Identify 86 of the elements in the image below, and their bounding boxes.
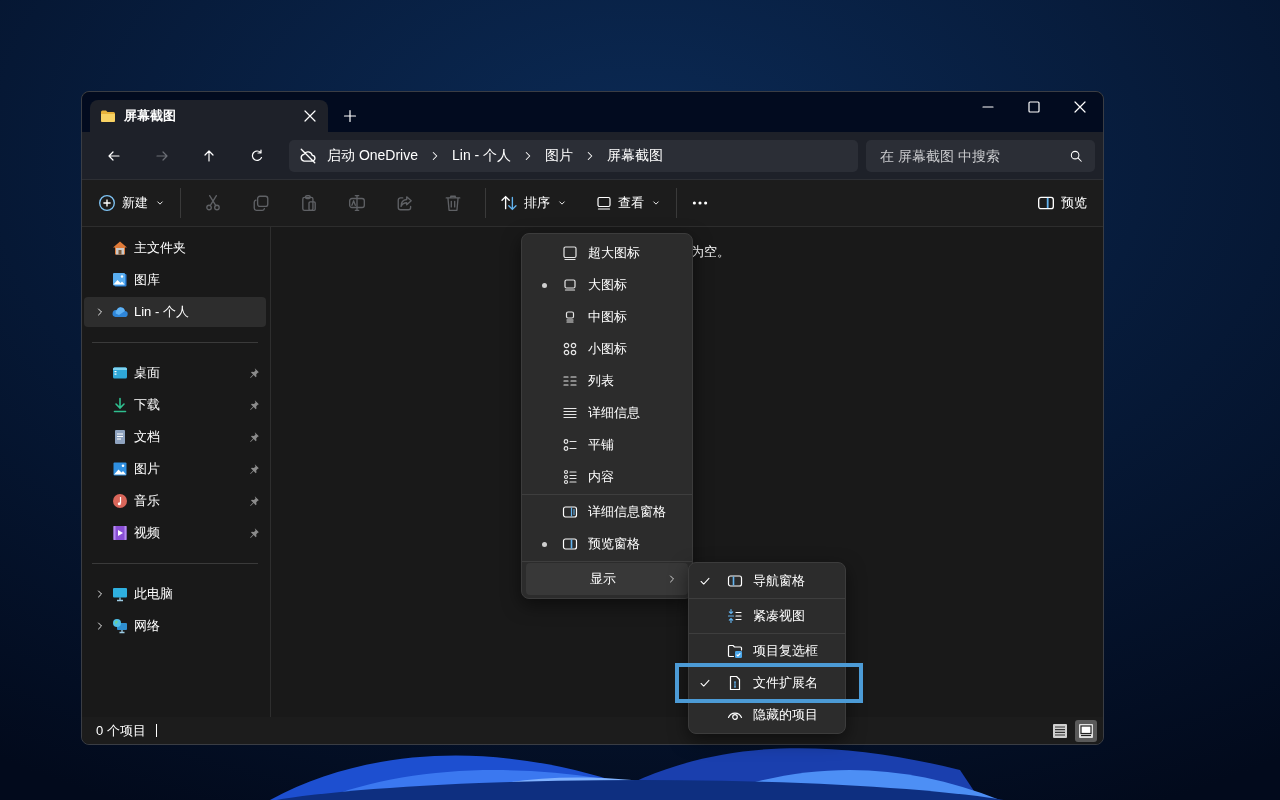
cloud-off-icon [299,146,317,165]
menu-item[interactable]: 导航窗格 [693,565,841,597]
sidebar-label: 图片 [134,460,161,478]
sidebar-label: 桌面 [134,364,161,382]
sidebar-item[interactable]: 视频 [84,518,266,548]
menu-item[interactable]: 详细信息窗格 [526,496,688,528]
compact-view-icon [727,608,743,624]
sidebar-item[interactable]: 桌面 [84,358,266,388]
sort-icon [500,194,518,212]
small-icons-icon [562,341,578,357]
sort-button[interactable]: 排序 [494,187,574,219]
network-icon [112,618,128,634]
sidebar-label: 图库 [134,271,161,289]
preview-button[interactable]: 预览 [1031,187,1093,219]
sidebar-item[interactable]: 此电脑 [84,579,266,609]
large-icons-icon [562,277,578,293]
sidebar-item[interactable]: 下载 [84,390,266,420]
address-field[interactable]: 启动 OneDrive Lin - 个人 图片 屏幕截图 [289,139,859,172]
menu-item[interactable]: 预览窗格 [526,528,688,560]
sidebar-item[interactable]: 主文件夹 [84,233,266,263]
search-icon [1069,148,1083,163]
view-icon [596,195,612,211]
preview-pane-icon [1037,194,1055,212]
text-cursor [155,724,157,737]
menu-item[interactable]: 隐藏的项目 [693,699,841,731]
menu-item[interactable]: 超大图标 [526,237,688,269]
tab[interactable]: 屏幕截图 [90,100,328,132]
preview-pane-icon [562,536,578,552]
file-icon [727,675,743,691]
view-button[interactable]: 查看 [590,187,668,219]
extra-large-icons-icon [562,245,578,261]
sidebar-label: 下载 [134,396,161,414]
sidebar-label: 网络 [134,617,161,635]
tab-title: 屏幕截图 [124,107,177,125]
desktop-icon [112,365,128,381]
home-icon [112,240,128,256]
monitor-icon [112,586,128,602]
menu-item[interactable]: 小图标 [526,333,688,365]
list-icon [562,373,578,389]
download-icon [112,397,128,413]
sidebar-item[interactable]: 网络 [84,611,266,641]
document-icon [112,429,128,445]
search-field[interactable]: 在 屏幕截图 中搜索 [880,139,1069,172]
add-icon [98,194,116,212]
sidebar-label: 文档 [134,428,161,446]
close-tab-icon[interactable] [302,108,318,124]
menu-item[interactable]: 项目复选框 [693,635,841,667]
sidebar-label: Lin - 个人 [134,303,190,321]
checkbox-folder-icon [727,643,743,659]
sidebar-item[interactable]: 音乐 [84,486,266,516]
content-icon [562,469,578,485]
gallery-icon [112,272,128,288]
details-icon [562,405,578,421]
menu-item[interactable]: 紧凑视图 [693,600,841,632]
menu-item[interactable]: 平铺 [526,429,688,461]
search-box[interactable]: 在 屏幕截图 中搜索 [866,139,1095,172]
details-pane-icon [562,504,578,520]
picture-icon [112,461,128,477]
tiles-icon [562,437,578,453]
menu-item[interactable]: 详细信息 [526,397,688,429]
sidebar-label: 此电脑 [134,585,174,603]
menu-item[interactable]: 列表 [526,365,688,397]
folder-icon [100,108,116,124]
sidebar-item[interactable]: 文档 [84,422,266,452]
music-icon [112,493,128,509]
menu-item[interactable]: 内容 [526,461,688,493]
breadcrumb[interactable]: Lin - 个人 [452,146,512,165]
video-icon [112,525,128,541]
new-button[interactable]: 新建 [92,187,172,219]
sidebar-label: 音乐 [134,492,161,510]
sidebar-item[interactable]: 图库 [84,265,266,295]
menu-item[interactable]: 中图标 [526,301,688,333]
sidebar-item[interactable]: Lin - 个人 [84,297,266,327]
navigation-pane-icon [727,573,743,589]
tiles-view-button[interactable] [1075,719,1097,742]
new-tab-icon[interactable] [342,108,358,124]
cloud-icon [112,304,128,320]
breadcrumb[interactable]: 屏幕截图 [607,146,664,165]
menu-item[interactable]: 大图标 [526,269,688,301]
sidebar-item[interactable]: 图片 [84,454,266,484]
menu-item[interactable]: 显示 [526,563,688,595]
breadcrumb[interactable]: 图片 [545,146,574,165]
item-count: 0 个项目 [96,721,146,740]
sidebar-label: 视频 [134,524,161,542]
breadcrumb[interactable]: 启动 OneDrive [327,146,419,165]
sidebar-label: 主文件夹 [134,239,187,257]
